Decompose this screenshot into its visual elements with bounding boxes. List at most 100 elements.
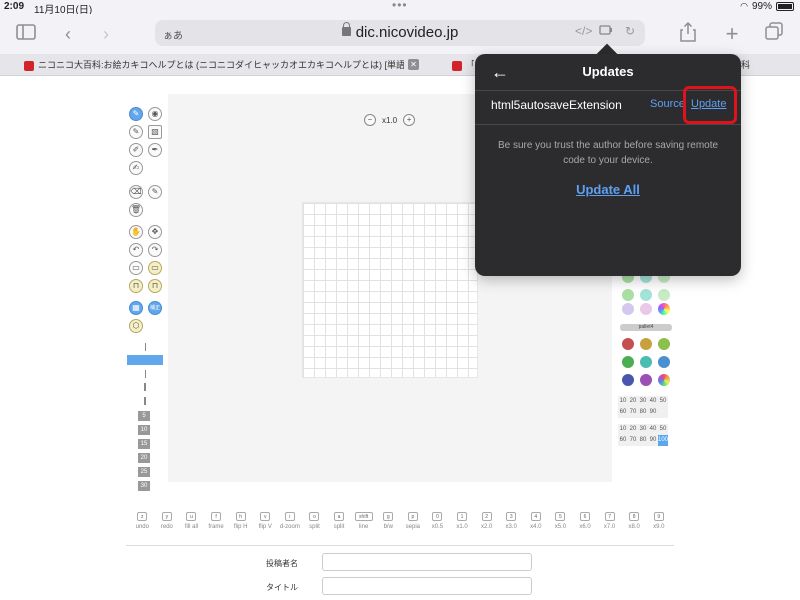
multitasking-dots-icon[interactable]: ••• [392,0,408,12]
code-icon[interactable]: </> [575,24,592,38]
back-chevron-icon[interactable]: ‹ [56,22,80,46]
opacity-cell[interactable]: 50 [658,396,668,407]
size-label[interactable]: 15 [138,439,150,449]
palette-swatch[interactable] [622,303,634,315]
opacity-cell[interactable]: 60 [618,435,628,446]
extension-icon[interactable] [599,24,613,39]
palette-swatch[interactable] [640,338,652,350]
folder-icon[interactable]: ▭ [148,261,162,275]
palette-swatch[interactable] [622,289,634,301]
opacity-cell[interactable]: 10 [618,396,628,407]
reload-icon[interactable]: ↻ [625,24,635,38]
brush-tool-icon[interactable]: ✐ [129,143,143,157]
shortcut-label: fill all [184,524,199,530]
size-label[interactable]: 20 [138,453,150,463]
opacity-cell[interactable]: 90 [648,407,658,418]
size-bar[interactable] [144,383,146,391]
update-all-button[interactable]: Update All [475,182,741,197]
3d-cube-icon[interactable]: ⬡ [129,319,143,333]
share-icon[interactable] [676,21,700,46]
opacity-cell[interactable]: 70 [628,435,638,446]
trash-icon[interactable]: 🗑 [129,203,143,217]
palette-swatch[interactable] [622,374,634,386]
drawing-canvas[interactable] [302,202,478,378]
tab-close-icon[interactable]: ✕ [408,59,419,70]
grid-icon[interactable]: ▦ [129,301,143,315]
move-tool-icon[interactable]: ✥ [148,225,162,239]
size-selected-bar[interactable] [127,355,163,365]
palette-swatch[interactable] [658,338,670,350]
rainbow-swatch[interactable] [658,303,670,315]
palette-swatch[interactable] [640,356,652,368]
opacity-cell[interactable]: 40 [648,424,658,435]
palette-swatch[interactable] [658,356,670,368]
palette-swatch[interactable] [622,338,634,350]
shortcut: g b/w [376,505,401,530]
shortcut: 2 x2.0 [474,505,499,530]
opacity-grid-b[interactable]: 10 20 30 40 50 60 70 80 90 100 [618,424,672,446]
hand-tool-icon[interactable]: ✋ [129,225,143,239]
size-bar[interactable] [145,370,146,378]
opacity-cell[interactable]: 50 [658,424,668,435]
opacity-cell[interactable]: 30 [638,424,648,435]
zoom-in-icon[interactable]: + [403,114,416,126]
pencil-tool-icon[interactable]: ✎ [129,125,143,139]
opacity-cell[interactable]: 60 [618,407,628,418]
tab-second[interactable]: 「コ [452,54,474,76]
palette-swatch[interactable] [640,374,652,386]
sidebar-icon[interactable] [14,22,38,46]
size-bar[interactable] [145,343,146,351]
title-input[interactable] [322,577,532,595]
opacity-cell[interactable]: 10 [618,424,628,435]
address-bar[interactable]: ぁあ dic.nicovideo.jp </> ↻ [155,20,645,46]
shortcut: z undo [130,505,155,530]
size-label[interactable]: 5 [138,411,150,421]
tone-tool-icon[interactable]: ▧ [148,125,162,139]
palette-swatch[interactable] [640,303,652,315]
tabs-overview-icon[interactable] [762,22,786,46]
size-label[interactable]: 25 [138,467,150,477]
undo-icon[interactable]: ↶ [129,243,143,257]
blur-tool-icon[interactable]: ✍ [129,161,143,175]
size-label[interactable]: 30 [138,481,150,491]
folder-open-icon[interactable]: ▭ [129,261,143,275]
source-link[interactable]: Source [650,98,685,110]
pen-tool-icon[interactable]: ✎ [129,107,143,121]
opacity-cell[interactable]: 40 [648,396,658,407]
opacity-grid-a[interactable]: 10 20 30 40 50 60 70 80 90 [618,396,672,418]
airbrush-tool-icon[interactable]: ✒ [148,143,162,157]
opacity-cell[interactable]: 30 [638,396,648,407]
zoom-out-icon[interactable]: − [364,114,376,126]
size-bar[interactable] [144,397,146,405]
palette-swatch[interactable] [622,356,634,368]
shortcut-key: h [235,512,246,521]
redo-icon[interactable]: ↷ [148,243,162,257]
shortcut-key: 6 [579,512,590,521]
opacity-cell[interactable] [658,407,668,418]
shortcut-key: 1 [457,512,468,521]
opacity-cell[interactable]: 80 [638,435,648,446]
opacity-cell-selected[interactable]: 100 [658,435,668,446]
lock-layer-icon[interactable]: ⊓ [129,279,143,293]
marker-tool-icon[interactable]: ◉ [148,107,162,121]
correction-button[interactable]: 補正 [148,301,162,315]
shortcut-label: split [309,524,320,530]
eraser-tool-icon[interactable]: ⌫ [129,185,143,199]
rainbow-swatch[interactable] [658,374,670,386]
opacity-cell[interactable]: 90 [648,435,658,446]
palette-selector[interactable]: pallet4 [620,324,672,331]
dropper-tool-icon[interactable]: ✎ [148,185,162,199]
lock-layer-2-icon[interactable]: ⊓ [148,279,162,293]
tab-third[interactable]: 科 [741,54,761,76]
tab-nicopedia-help[interactable]: ニコニコ大百科:お絵カキコヘルプとは (ニコニコダイヒャッカオエカキコヘルプとは… [24,54,404,76]
opacity-cell[interactable]: 20 [628,396,638,407]
forward-chevron-icon[interactable]: › [94,22,118,46]
size-label[interactable]: 10 [138,425,150,435]
opacity-cell[interactable]: 70 [628,407,638,418]
opacity-cell[interactable]: 80 [638,407,648,418]
opacity-cell[interactable]: 20 [628,424,638,435]
palette-swatch[interactable] [640,289,652,301]
poster-name-input[interactable] [322,553,532,571]
palette-swatch[interactable] [658,289,670,301]
new-tab-plus-icon[interactable]: + [720,22,744,46]
